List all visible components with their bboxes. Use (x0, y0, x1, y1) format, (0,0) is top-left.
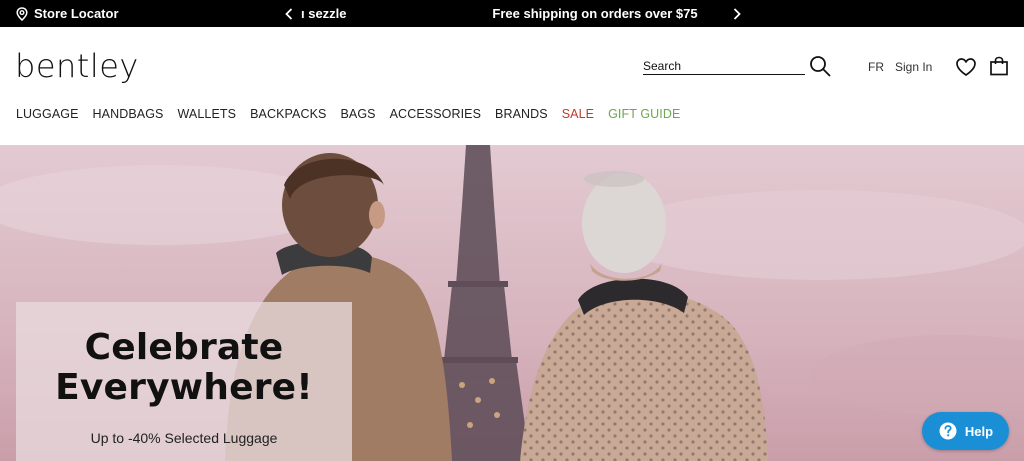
map-pin-icon (16, 6, 28, 21)
promo-message: Free shipping on orders over $75 (492, 6, 698, 21)
help-question-icon (939, 422, 957, 440)
promo-next-button[interactable] (727, 0, 747, 27)
help-label: Help (964, 423, 994, 439)
announcement-bar: Store Locator ı sezzle Free shipping on … (0, 0, 1024, 27)
nav-item-luggage[interactable]: LUGGAGE (16, 107, 79, 121)
promo-message-partial: ı sezzle (301, 6, 347, 21)
chevron-right-icon (733, 7, 741, 20)
hero-title-line2: Everywhere! (55, 367, 313, 408)
nav-item-brands[interactable]: BRANDS (495, 107, 548, 121)
chevron-left-icon (285, 7, 293, 20)
main-navigation: LUGGAGE HANDBAGS WALLETS BACKPACKS BAGS … (16, 107, 694, 121)
nav-item-backpacks[interactable]: BACKPACKS (250, 107, 326, 121)
language-toggle[interactable]: FR (868, 60, 884, 74)
sign-in-link[interactable]: Sign In (895, 60, 932, 74)
search-field (643, 57, 805, 75)
shopping-bag-icon[interactable] (989, 56, 1009, 76)
help-button[interactable]: Help (922, 412, 1009, 450)
hero-title: Celebrate Everywhere! (16, 328, 352, 408)
search-icon[interactable] (809, 55, 831, 77)
nav-item-bags[interactable]: BAGS (340, 107, 375, 121)
hero-title-line1: Celebrate (84, 327, 284, 368)
hero-banner[interactable]: Celebrate Everywhere! Up to -40% Selecte… (0, 145, 1024, 461)
site-header: bentley FR Sign In LUGGAGE HANDBAGS WALL… (0, 27, 1024, 145)
nav-item-gift-guide[interactable]: GIFT GUIDE (608, 107, 680, 121)
search-input[interactable] (643, 57, 805, 75)
nav-item-wallets[interactable]: WALLETS (178, 107, 237, 121)
heart-icon[interactable] (955, 57, 977, 77)
nav-item-handbags[interactable]: HANDBAGS (93, 107, 164, 121)
nav-item-sale[interactable]: SALE (562, 107, 594, 121)
hero-subtitle: Up to -40% Selected Luggage (90, 430, 278, 446)
promo-prev-button[interactable] (279, 0, 299, 27)
store-locator-link[interactable]: Store Locator (16, 0, 119, 27)
hero-promo-card: Celebrate Everywhere! Up to -40% Selecte… (16, 302, 352, 461)
store-locator-label: Store Locator (34, 6, 119, 21)
nav-item-accessories[interactable]: ACCESSORIES (390, 107, 481, 121)
site-logo[interactable]: bentley (15, 47, 139, 85)
